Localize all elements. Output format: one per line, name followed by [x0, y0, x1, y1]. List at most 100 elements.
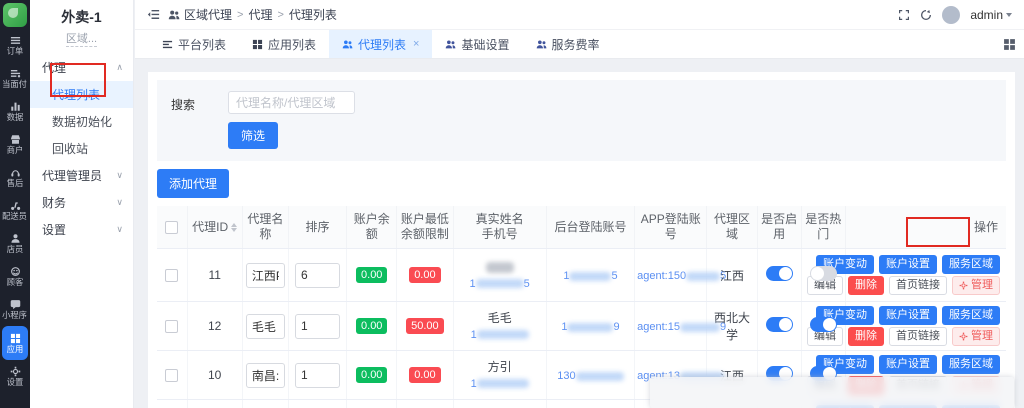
- hot-toggle[interactable]: [810, 317, 837, 332]
- rail-item-customer[interactable]: 顾客: [0, 260, 30, 293]
- rail-item-aftersale[interactable]: 售后: [0, 161, 30, 194]
- balance-badge: 0.00: [356, 267, 387, 283]
- user-menu[interactable]: admin: [970, 8, 1012, 22]
- col-header-balance: 账户余额: [347, 206, 397, 249]
- col-header-backend: 后台登陆账号: [546, 206, 634, 249]
- sidebar-item-数据初始化[interactable]: 数据初始化: [30, 108, 133, 135]
- sort-input[interactable]: [295, 314, 340, 339]
- tab-平台列表[interactable]: 平台列表: [149, 30, 239, 58]
- app-account-redacted: agent:159: [637, 321, 726, 333]
- sidebar-item-代理列表[interactable]: 代理列表: [30, 81, 133, 108]
- rail-item-label: 顾客: [7, 278, 24, 286]
- module-subtitle[interactable]: 区域...: [66, 33, 97, 47]
- breadcrumb-item[interactable]: 区域代理: [184, 6, 232, 23]
- agent-name-input[interactable]: [246, 314, 285, 339]
- module-title: 外卖-1: [30, 0, 133, 27]
- balance-badge: 0.00: [356, 367, 387, 383]
- app-logo[interactable]: [3, 3, 27, 27]
- row-checkbox[interactable]: [165, 369, 178, 382]
- rail-item-label: 设置: [7, 378, 24, 386]
- breadcrumb-item[interactable]: 代理列表: [289, 6, 337, 23]
- table-header-row: 代理ID 代理名称 排序 账户余额 账户最低余额限制 真实姓名手机号 后台登陆账…: [157, 206, 1006, 249]
- tab-服务费率[interactable]: 服务费率: [523, 30, 613, 58]
- account-settings-button[interactable]: 账户设置: [879, 255, 937, 274]
- search-input[interactable]: [228, 91, 355, 114]
- sidebar-group-财务[interactable]: 财务∨: [30, 189, 133, 216]
- rail-item-label: 数据: [7, 113, 24, 121]
- chevron-down-icon: ∨: [116, 197, 123, 208]
- people-icon: [342, 39, 353, 50]
- rail-item-merchant[interactable]: 商户: [0, 128, 30, 161]
- rail-item-orders[interactable]: 订单: [0, 29, 30, 62]
- people-icon: [536, 39, 547, 50]
- grid-icon: [10, 333, 21, 344]
- sidebar-group-代理[interactable]: 代理∧: [30, 54, 133, 81]
- sidebar-item-回收站[interactable]: 回收站: [30, 135, 133, 162]
- breadcrumb-item[interactable]: 代理: [248, 6, 272, 23]
- min-limit-badge: 0.00: [409, 267, 440, 283]
- collapse-sidebar-icon[interactable]: [147, 8, 160, 21]
- tab-options-icon[interactable]: [1003, 38, 1016, 51]
- reload-icon[interactable]: [920, 9, 932, 21]
- enabled-toggle[interactable]: [766, 266, 793, 281]
- backend-account-redacted: 15: [563, 270, 617, 282]
- service-area-button[interactable]: 服务区域: [942, 255, 1000, 274]
- rail-item-data[interactable]: 数据: [0, 95, 30, 128]
- sidebar-group-设置[interactable]: 设置∨: [30, 216, 133, 243]
- tab-基础设置[interactable]: 基础设置: [432, 30, 522, 58]
- rail-item-apps[interactable]: 应用: [2, 326, 28, 360]
- rail-item-settings[interactable]: 设置: [0, 360, 30, 393]
- rail-item-staff[interactable]: 店员: [0, 227, 30, 260]
- privacy-blur-overlay: [650, 377, 1014, 408]
- row-checkbox[interactable]: [165, 320, 178, 333]
- agent-id: 13: [187, 400, 242, 408]
- real-name-redacted: [486, 262, 514, 273]
- sidebar-group-代理管理员[interactable]: 代理管理员∨: [30, 162, 133, 189]
- col-header-id[interactable]: 代理ID: [187, 206, 242, 249]
- add-agent-button[interactable]: 添加代理: [157, 169, 229, 198]
- rail-item-face-pay[interactable]: 当面付: [0, 62, 30, 95]
- service-area-button[interactable]: 服务区域: [942, 355, 1000, 374]
- person-icon: [10, 233, 21, 244]
- enabled-toggle[interactable]: [766, 317, 793, 332]
- rail-item-label: 配送员: [3, 212, 28, 220]
- topbar-actions: admin: [898, 6, 1012, 24]
- service-area-button[interactable]: 服务区域: [942, 306, 1000, 325]
- table-row: 110.000.001515agent:1505江西账户变动账户设置服务区域编辑…: [157, 249, 1006, 302]
- real-name: 毛毛: [488, 311, 512, 325]
- delete-button[interactable]: 删除: [848, 327, 884, 346]
- fullscreen-icon[interactable]: [898, 9, 910, 21]
- tab-bar: 平台列表应用列表 代理列表 × 基础设置服务费率: [135, 30, 1024, 59]
- user-avatar[interactable]: [942, 6, 960, 24]
- tab-label: 代理列表: [358, 36, 406, 53]
- tab-代理列表[interactable]: 代理列表 ×: [329, 30, 432, 58]
- chevron-down-icon: ∨: [116, 170, 123, 181]
- sort-icon[interactable]: [231, 223, 237, 232]
- hot-toggle[interactable]: [810, 266, 837, 281]
- delete-button[interactable]: 删除: [848, 276, 884, 295]
- tab-应用列表[interactable]: 应用列表: [239, 30, 329, 58]
- homepage-link-button[interactable]: 首页链接: [889, 276, 947, 295]
- filter-button[interactable]: 筛选: [228, 122, 278, 149]
- gear-icon: [959, 281, 968, 290]
- table-row: 120.0050.00毛毛119agent:159西北大学账户变动账户设置服务区…: [157, 302, 1006, 351]
- row-checkbox[interactable]: [165, 269, 178, 282]
- sort-input[interactable]: [295, 363, 340, 388]
- shop-icon: [10, 134, 21, 145]
- app-rail: 订单当面付数据商户售后配送员店员顾客小程序应用设置: [0, 0, 30, 408]
- manage-button[interactable]: 管理: [952, 276, 1000, 295]
- sort-input[interactable]: [295, 263, 340, 288]
- close-tab-icon[interactable]: ×: [413, 38, 419, 50]
- agent-name-input[interactable]: [246, 263, 285, 288]
- rail-item-courier[interactable]: 配送员: [0, 194, 30, 227]
- min-limit-badge: 50.00: [406, 318, 444, 334]
- account-settings-button[interactable]: 账户设置: [879, 355, 937, 374]
- agent-name-input[interactable]: [246, 363, 285, 388]
- account-settings-button[interactable]: 账户设置: [879, 306, 937, 325]
- col-header-app: APP登陆账号: [635, 206, 707, 249]
- homepage-link-button[interactable]: 首页链接: [889, 327, 947, 346]
- agent-id: 10: [187, 351, 242, 400]
- select-all-checkbox[interactable]: [165, 221, 178, 234]
- rail-item-miniapp[interactable]: 小程序: [0, 293, 30, 326]
- manage-button[interactable]: 管理: [952, 327, 1000, 346]
